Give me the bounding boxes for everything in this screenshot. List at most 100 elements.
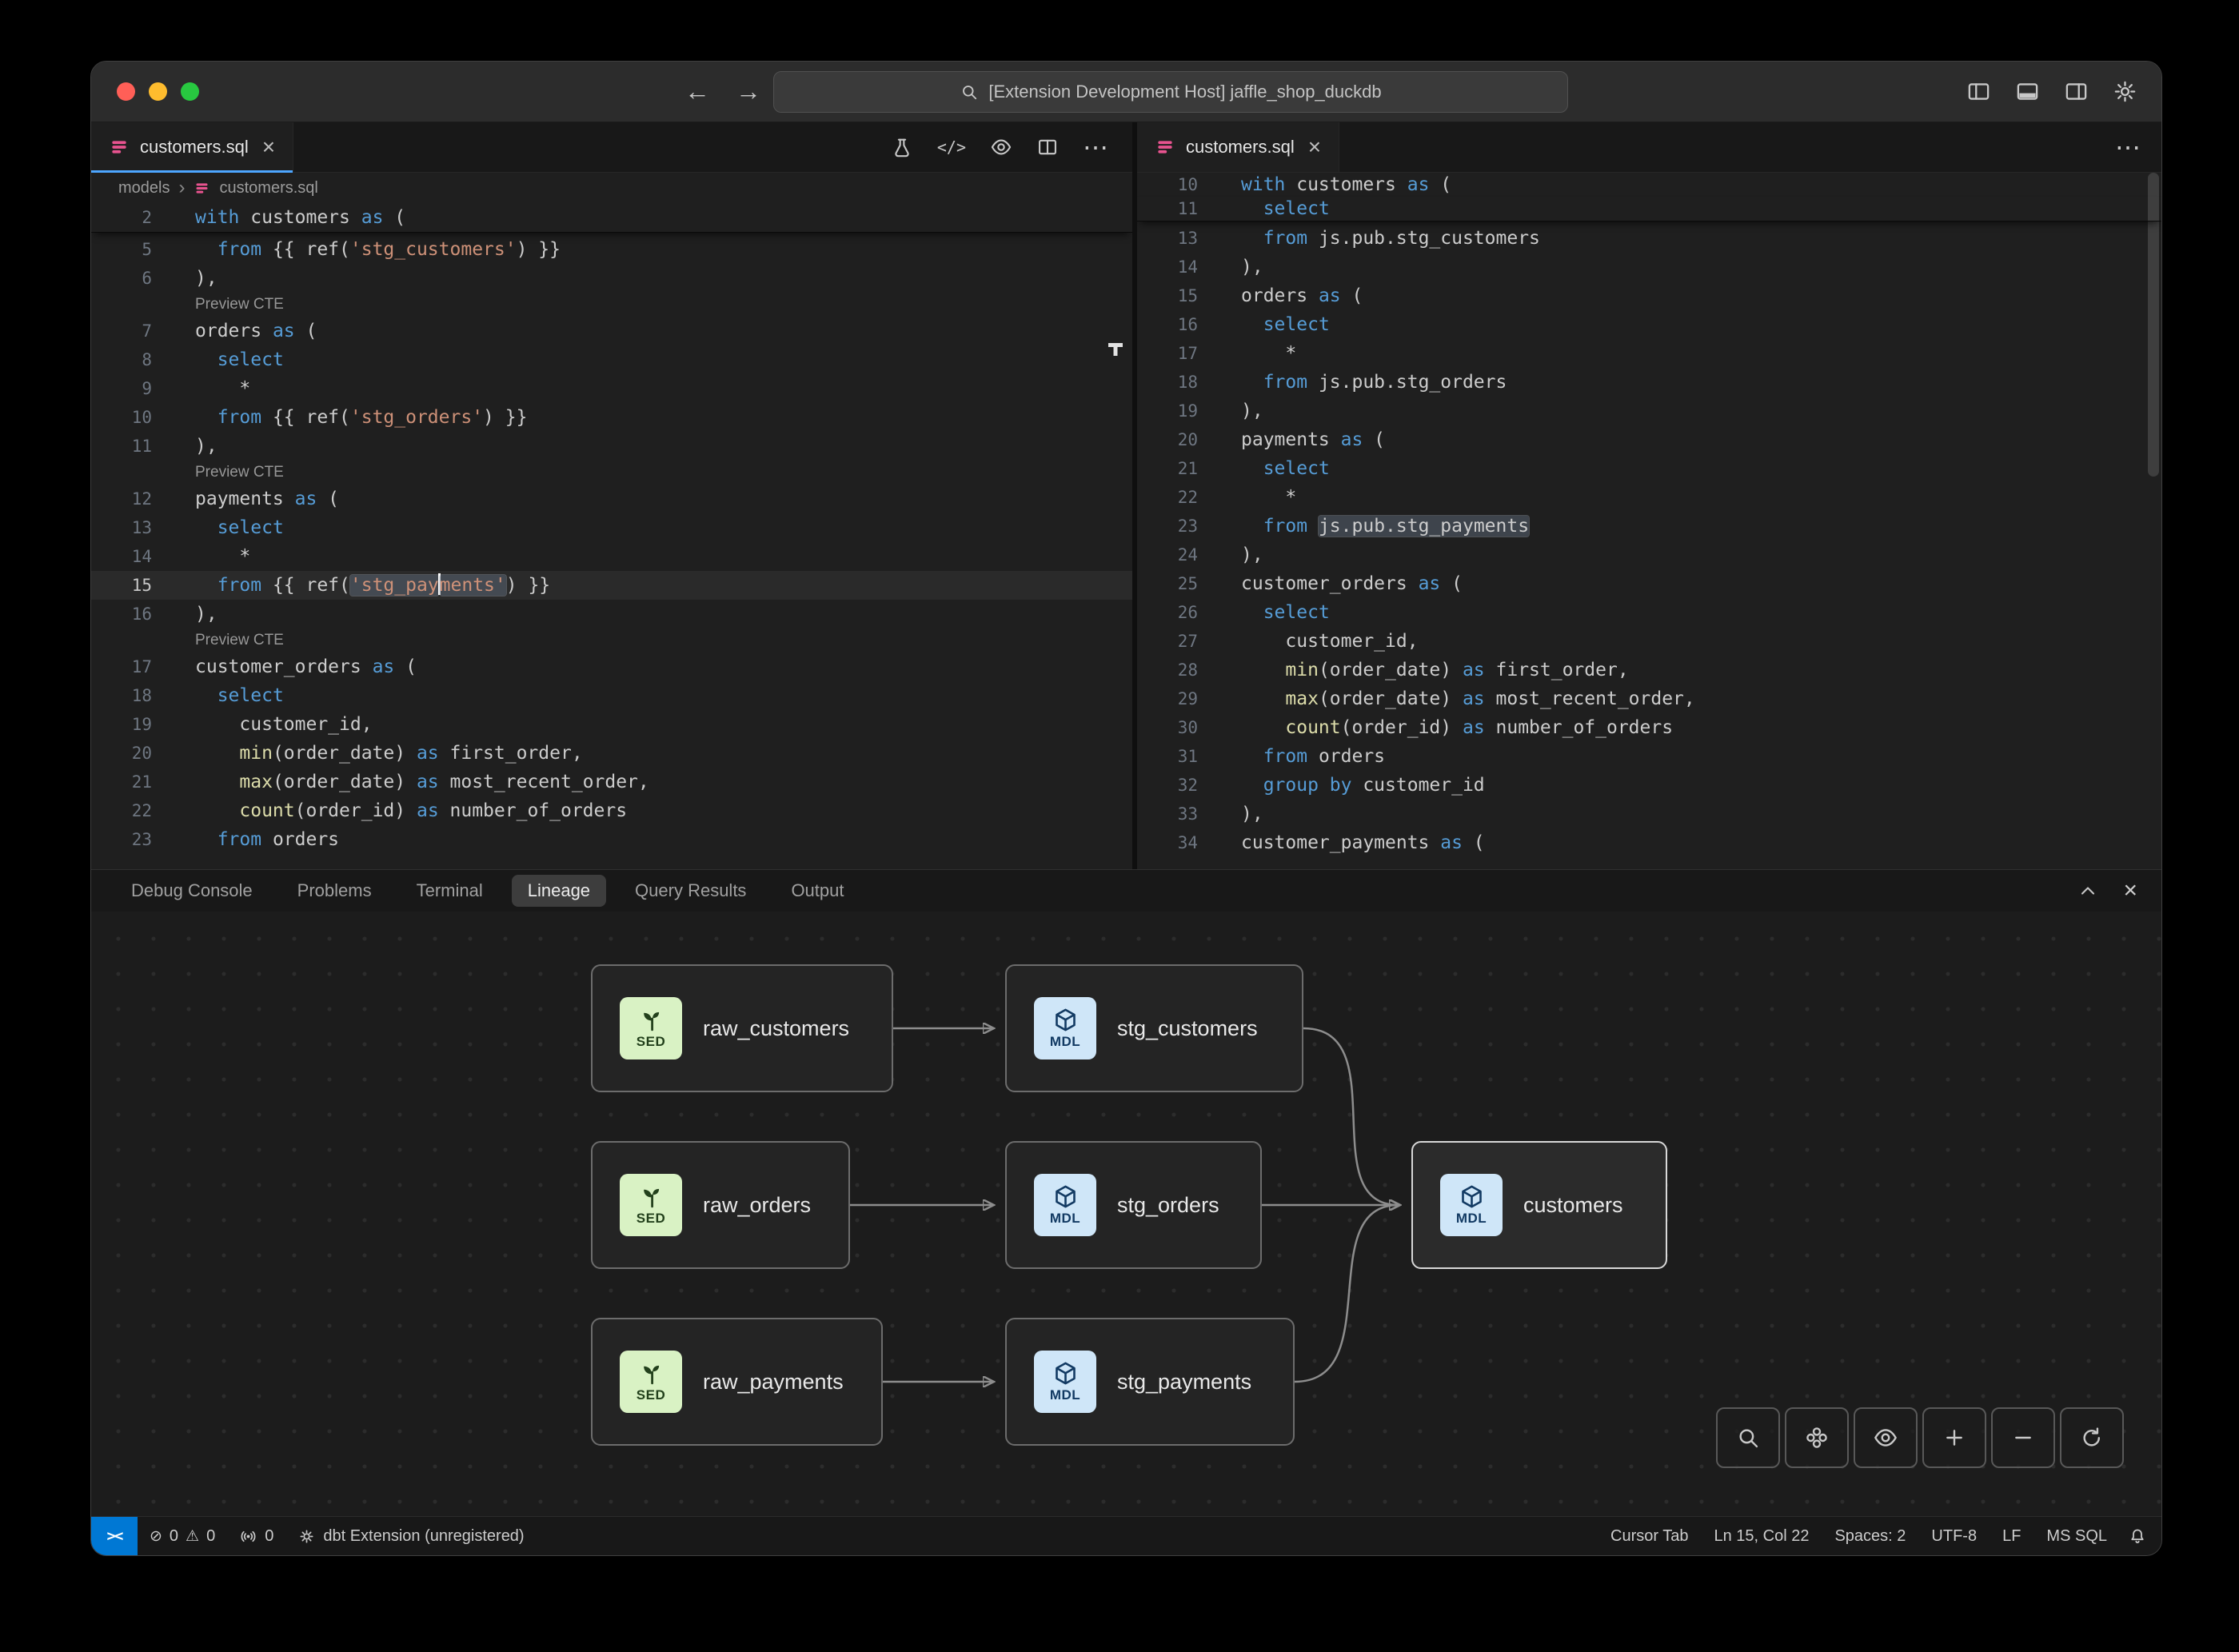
code-line[interactable]: 20 min(order_date) as first_order,: [91, 739, 1132, 768]
preview-button[interactable]: [1854, 1407, 1918, 1468]
settings-gear-icon[interactable]: [2113, 79, 2137, 104]
refresh-button[interactable]: [2060, 1407, 2124, 1468]
code-line[interactable]: 9 *: [91, 374, 1132, 403]
breadcrumb-item-file[interactable]: customers.sql: [219, 179, 317, 198]
code-line[interactable]: 18 select: [91, 681, 1132, 710]
dbt-extension-status[interactable]: dbt Extension (unregistered): [285, 1517, 536, 1555]
code-line[interactable]: 25customer_orders as (: [1137, 569, 2161, 598]
code-line[interactable]: 10with customers as (: [1137, 173, 2161, 197]
back-button[interactable]: ←: [684, 77, 710, 106]
status-item-ms-sql[interactable]: MS SQL: [2033, 1527, 2120, 1546]
code-line[interactable]: 13 select: [91, 513, 1132, 542]
code-line[interactable]: 14 *: [91, 542, 1132, 571]
panel-tab-terminal[interactable]: Terminal: [401, 875, 499, 907]
code-line[interactable]: 10 from {{ ref('stg_orders') }}: [91, 403, 1132, 432]
panel-tab-debug-console[interactable]: Debug Console: [115, 875, 269, 907]
breadcrumb-item-models[interactable]: models: [118, 179, 170, 198]
fullscreen-window-button[interactable]: [181, 82, 199, 101]
ports-status[interactable]: 0: [227, 1517, 285, 1555]
code-line[interactable]: 17 *: [1137, 339, 2161, 368]
search-button[interactable]: [1716, 1407, 1780, 1468]
lineage-node-stg_customers[interactable]: MDLstg_customers: [1005, 964, 1303, 1092]
code-line[interactable]: 11 select: [1137, 197, 2161, 221]
code-line[interactable]: 33),: [1137, 800, 2161, 828]
lineage-node-stg_payments[interactable]: MDLstg_payments: [1005, 1318, 1295, 1446]
code-line[interactable]: 15 from {{ ref('stg_payments') }}: [91, 571, 1132, 600]
code-line[interactable]: 23 from orders: [91, 825, 1132, 854]
lineage-canvas[interactable]: SEDraw_customers MDLstg_customers SEDraw_o…: [91, 912, 2161, 1516]
code-line[interactable]: 7orders as (: [91, 317, 1132, 345]
lineage-node-raw_customers[interactable]: SEDraw_customers: [591, 964, 893, 1092]
code-line[interactable]: 16),: [91, 600, 1132, 628]
close-window-button[interactable]: [117, 82, 135, 101]
notifications-bell-button[interactable]: [2128, 1526, 2147, 1546]
code-line[interactable]: 20payments as (: [1137, 425, 2161, 454]
zoom-in-button[interactable]: [1922, 1407, 1986, 1468]
code-line[interactable]: 21 max(order_date) as most_recent_order,: [91, 768, 1132, 796]
code-line[interactable]: 12payments as (: [91, 485, 1132, 513]
codelens-label[interactable]: Preview CTE: [152, 461, 284, 485]
code-line[interactable]: 28 min(order_date) as first_order,: [1137, 656, 2161, 684]
code-line[interactable]: 2with customers as (: [91, 203, 1132, 233]
breadcrumb[interactable]: models › customers.sql: [91, 173, 1132, 203]
tab-customers-sql-source[interactable]: customers.sql ×: [91, 122, 293, 172]
panel-tab-output[interactable]: Output: [775, 875, 860, 907]
close-panel-button[interactable]: ×: [2123, 879, 2137, 903]
panel-tab-problems[interactable]: Problems: [281, 875, 388, 907]
status-item-cursor-tab[interactable]: Cursor Tab: [1598, 1527, 1701, 1546]
code-line[interactable]: 17customer_orders as (: [91, 652, 1132, 681]
toggle-primary-sidebar-icon[interactable]: [1966, 79, 1991, 104]
forward-button[interactable]: →: [736, 77, 761, 106]
code-line[interactable]: 22 count(order_id) as number_of_orders: [91, 796, 1132, 825]
code-line[interactable]: 11),: [91, 432, 1132, 461]
code-line[interactable]: 6),: [91, 264, 1132, 293]
code-line[interactable]: 34customer_payments as (: [1137, 828, 2161, 857]
code-line[interactable]: 19),: [1137, 397, 2161, 425]
fit-view-button[interactable]: [1785, 1407, 1849, 1468]
code-line[interactable]: 22 *: [1137, 483, 2161, 512]
lineage-node-raw_orders[interactable]: SEDraw_orders: [591, 1141, 850, 1269]
code-line[interactable]: 8 select: [91, 345, 1132, 374]
split-editor-icon[interactable]: [1036, 136, 1059, 158]
close-tab-icon[interactable]: ×: [262, 136, 275, 158]
code-line[interactable]: 23 from js.pub.stg_payments: [1137, 512, 2161, 541]
toggle-secondary-sidebar-icon[interactable]: [2064, 79, 2089, 104]
status-item-spaces-2[interactable]: Spaces: 2: [1822, 1527, 1918, 1546]
status-item-lf[interactable]: LF: [1990, 1527, 2033, 1546]
code-line[interactable]: 27 customer_id,: [1137, 627, 2161, 656]
maximize-panel-button[interactable]: [2077, 880, 2099, 902]
code-line[interactable]: 5 from {{ ref('stg_customers') }}: [91, 235, 1132, 264]
code-line[interactable]: 15orders as (: [1137, 281, 2161, 310]
zoom-out-button[interactable]: [1991, 1407, 2055, 1468]
command-center-search[interactable]: [Extension Development Host] jaffle_shop…: [773, 71, 1568, 113]
preview-eye-icon[interactable]: [990, 136, 1012, 158]
more-actions-icon[interactable]: ⋯: [2115, 122, 2161, 172]
remote-indicator[interactable]: ><: [91, 1517, 138, 1555]
code-line[interactable]: 24),: [1137, 541, 2161, 569]
lineage-node-stg_orders[interactable]: MDLstg_orders: [1005, 1141, 1262, 1269]
toggle-panel-icon[interactable]: [2015, 79, 2040, 104]
code-line[interactable]: 30 count(order_id) as number_of_orders: [1137, 713, 2161, 742]
code-line[interactable]: 31 from orders: [1137, 742, 2161, 771]
code-line[interactable]: 18 from js.pub.stg_orders: [1137, 368, 2161, 397]
compile-code-icon[interactable]: </>: [937, 138, 966, 157]
code-line[interactable]: 16 select: [1137, 310, 2161, 339]
more-actions-icon[interactable]: ⋯: [1083, 132, 1112, 162]
status-item-ln-15-col-22[interactable]: Ln 15, Col 22: [1701, 1527, 1822, 1546]
minimize-window-button[interactable]: [149, 82, 167, 101]
code-line[interactable]: 32 group by customer_id: [1137, 771, 2161, 800]
code-line[interactable]: 29 max(order_date) as most_recent_order,: [1137, 684, 2161, 713]
lineage-node-customers[interactable]: MDLcustomers: [1411, 1141, 1667, 1269]
codelens-label[interactable]: Preview CTE: [152, 293, 284, 317]
codelens-label[interactable]: Preview CTE: [152, 628, 284, 652]
flask-icon[interactable]: [891, 136, 913, 158]
code-line[interactable]: 19 customer_id,: [91, 710, 1132, 739]
panel-tab-lineage[interactable]: Lineage: [512, 875, 606, 907]
panel-tab-query-results[interactable]: Query Results: [619, 875, 762, 907]
problems-status[interactable]: ⊘ 0 ⚠ 0: [138, 1517, 227, 1555]
status-item-utf-8[interactable]: UTF-8: [1918, 1527, 1990, 1546]
codelens-preview-cte[interactable]: Preview CTE: [91, 293, 1132, 317]
lineage-node-raw_payments[interactable]: SEDraw_payments: [591, 1318, 883, 1446]
code-line[interactable]: 14),: [1137, 253, 2161, 281]
code-line[interactable]: 13 from js.pub.stg_customers: [1137, 224, 2161, 253]
